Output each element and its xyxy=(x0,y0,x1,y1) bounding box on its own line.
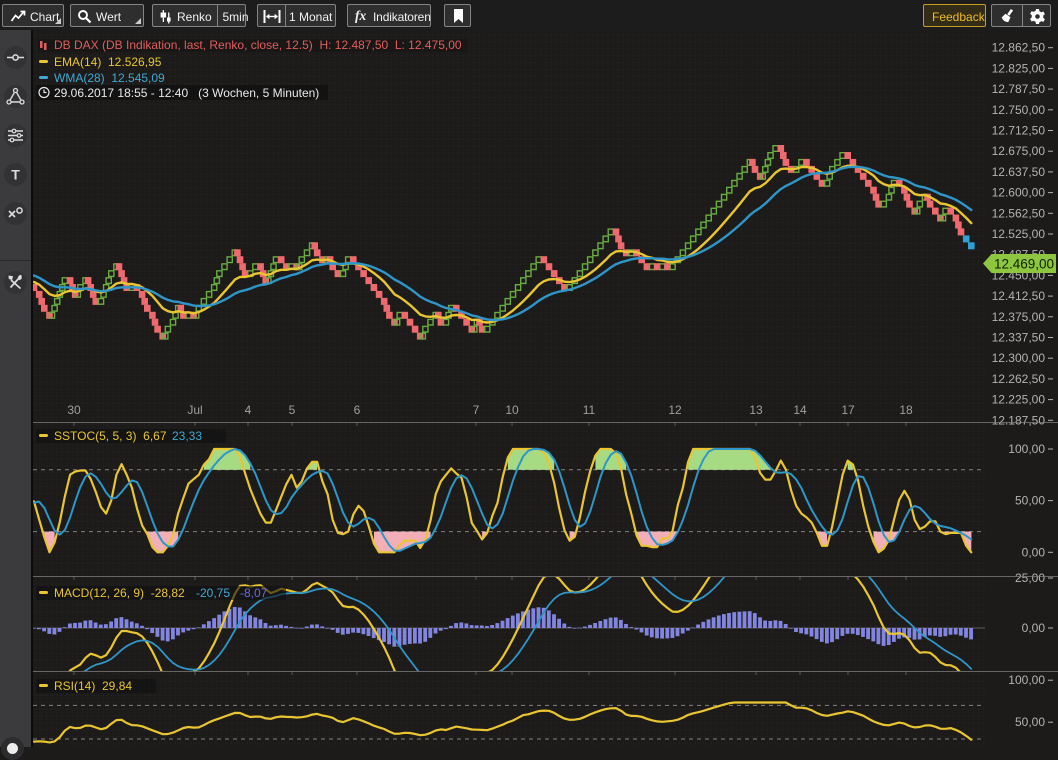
svg-text:Jul: Jul xyxy=(187,403,202,417)
svg-text:-8,07: -8,07 xyxy=(240,586,268,600)
svg-text:12.262,50: 12.262,50 xyxy=(992,372,1046,386)
svg-text:12.750,00: 12.750,00 xyxy=(992,103,1046,117)
svg-text:12.525,00: 12.525,00 xyxy=(992,227,1046,241)
svg-text:30: 30 xyxy=(67,403,81,417)
svg-text:6: 6 xyxy=(354,403,361,417)
svg-text:WMA(28) 12.545,09: WMA(28) 12.545,09 xyxy=(54,71,165,85)
svg-text:4: 4 xyxy=(245,403,252,417)
svg-text:100,00: 100,00 xyxy=(1008,673,1045,687)
svg-text:50,00: 50,00 xyxy=(1015,494,1045,508)
svg-text:23,33: 23,33 xyxy=(172,429,202,443)
svg-text:12: 12 xyxy=(668,403,682,417)
svg-text:14: 14 xyxy=(793,403,807,417)
svg-text:EMA(14) 12.526,95: EMA(14) 12.526,95 xyxy=(54,55,162,69)
svg-text:11: 11 xyxy=(583,403,596,417)
svg-text:17: 17 xyxy=(841,403,855,417)
svg-text:12.712,50: 12.712,50 xyxy=(992,124,1046,138)
svg-text:25,00: 25,00 xyxy=(1015,571,1045,585)
svg-text:12.637,50: 12.637,50 xyxy=(992,165,1046,179)
svg-text:12.825,00: 12.825,00 xyxy=(992,61,1046,75)
svg-text:0,00: 0,00 xyxy=(1022,621,1046,635)
svg-text:12.225,00: 12.225,00 xyxy=(992,393,1046,407)
svg-text:12.600,00: 12.600,00 xyxy=(992,186,1046,200)
svg-text:18: 18 xyxy=(899,403,913,417)
svg-text:100,00: 100,00 xyxy=(1008,442,1045,456)
svg-text:12.337,50: 12.337,50 xyxy=(992,331,1046,345)
svg-text:12.375,00: 12.375,00 xyxy=(992,310,1046,324)
svg-text:0,00: 0,00 xyxy=(1022,545,1046,559)
svg-text:5: 5 xyxy=(289,403,296,417)
svg-text:12.469,00: 12.469,00 xyxy=(994,257,1054,272)
svg-text:12.187,50: 12.187,50 xyxy=(992,413,1046,427)
svg-text:RSI(14) 29,84: RSI(14) 29,84 xyxy=(54,679,132,693)
svg-text:12.562,50: 12.562,50 xyxy=(992,206,1046,220)
svg-text:29.06.2017 18:55 - 12:40 (3: 29.06.2017 18:55 - 12:40 (3 Wochen, 5 Mi… xyxy=(54,86,319,100)
svg-text:T: T xyxy=(11,167,20,183)
svg-text:DB DAX (DB Indikation, last, R: DB DAX (DB Indikation, last, Renko, clos… xyxy=(54,38,462,52)
svg-text:12.412,50: 12.412,50 xyxy=(992,289,1046,303)
svg-text:50,00: 50,00 xyxy=(1015,715,1045,729)
svg-text:10: 10 xyxy=(505,403,519,417)
svg-text:12.300,00: 12.300,00 xyxy=(992,351,1046,365)
svg-text:12.787,50: 12.787,50 xyxy=(992,82,1046,96)
svg-text:7: 7 xyxy=(473,403,480,417)
svg-text:SSTOC(5, 5, 3) 6,67: SSTOC(5, 5, 3) 6,67 xyxy=(54,429,167,443)
svg-text:-20,75: -20,75 xyxy=(196,586,230,600)
svg-text:13: 13 xyxy=(749,403,763,417)
svg-text:12.675,00: 12.675,00 xyxy=(992,144,1046,158)
svg-text:12.862,50: 12.862,50 xyxy=(992,41,1046,55)
svg-text:MACD(12, 26, 9) -28,82: MACD(12, 26, 9) -28,82 xyxy=(54,586,185,600)
